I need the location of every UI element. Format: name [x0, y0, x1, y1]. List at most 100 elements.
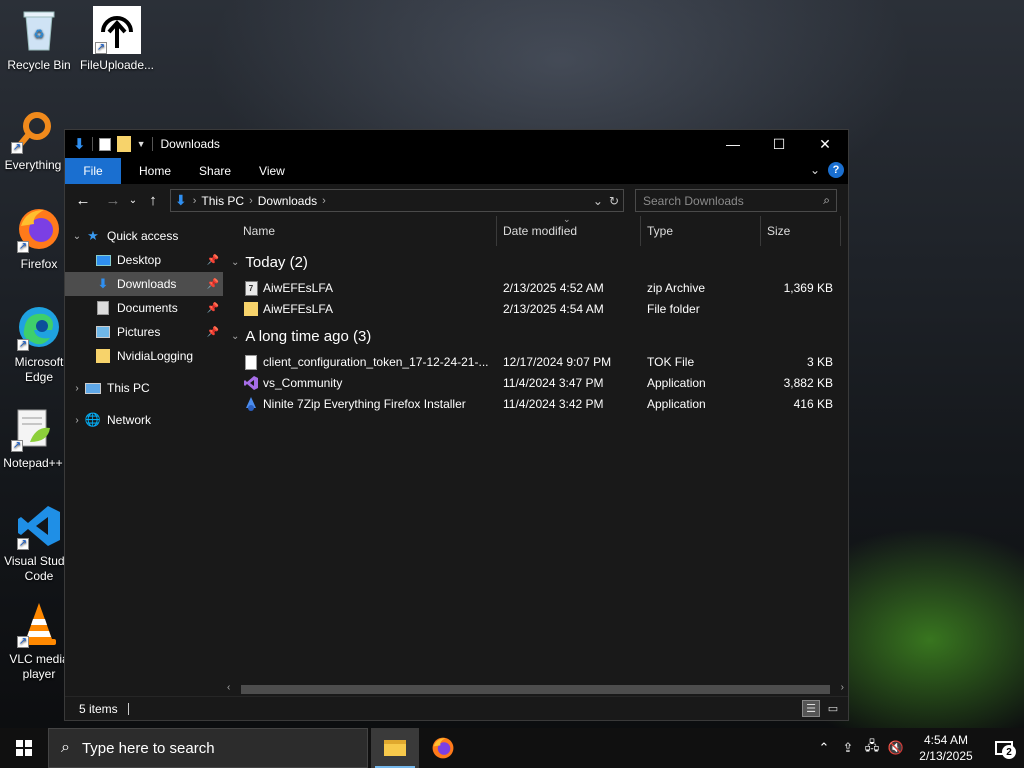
address-dropdown-icon[interactable]: ⌄ [593, 194, 603, 208]
sidebar-item-quick-access[interactable]: ⌄ ★ Quick access [65, 224, 223, 248]
search-box[interactable]: ⌕ [635, 189, 837, 212]
shortcut-arrow-icon [95, 42, 107, 54]
address-bar[interactable]: ⬇ › This PC › Downloads › ⌄ ↻ [170, 189, 624, 212]
minimize-button[interactable]: — [710, 130, 756, 158]
taskbar-firefox[interactable] [419, 728, 467, 768]
chevron-down-icon[interactable]: ▼ [137, 139, 146, 149]
vscode-icon [15, 502, 63, 550]
magnifier-icon [9, 106, 57, 154]
recycle-bin-icon: ♻ [15, 6, 63, 54]
sidebar-item-label: Downloads [117, 277, 177, 291]
file-name: vs_Community [263, 376, 343, 390]
column-header-name[interactable]: Name [237, 216, 497, 246]
column-header-type[interactable]: Type [641, 216, 761, 246]
sidebar-item-this-pc[interactable]: › This PC [65, 376, 223, 400]
tab-home[interactable]: Home [125, 158, 185, 184]
breadcrumb-this-pc[interactable]: This PC [196, 194, 249, 208]
search-input[interactable] [643, 193, 813, 208]
group-header-today[interactable]: ⌄ Today (2) [231, 254, 308, 271]
blank-file-icon [243, 354, 259, 370]
title-bar[interactable]: ⬇ ▼ Downloads — ☐ ✕ [65, 130, 848, 158]
desktop-icon-notepadpp[interactable]: Notepad++ [1, 404, 65, 471]
column-header-size[interactable]: Size [761, 216, 841, 246]
download-arrow-icon: ⬇ [175, 192, 187, 208]
close-button[interactable]: ✕ [802, 130, 848, 158]
action-center-button[interactable]: 2 [984, 728, 1024, 768]
file-list: Name Date modified Type Size ⌄ ⌄ Today (… [223, 214, 848, 696]
chevron-right-icon[interactable]: › [69, 415, 85, 426]
shortcut-arrow-icon [17, 339, 29, 351]
scroll-left-icon[interactable]: ‹ [227, 682, 230, 693]
start-button[interactable] [0, 728, 48, 768]
file-row[interactable]: AiwEFEsLFA 2/13/2025 4:54 AM File folder [239, 299, 837, 320]
taskbar: ⌕ Type here to search ⌃ ⇪ 🖧 🔇 4:54 AM 2/… [0, 728, 1024, 768]
sidebar-item-label: Desktop [117, 253, 162, 267]
pin-icon[interactable]: 📌 [207, 255, 219, 266]
group-header-long-time-ago[interactable]: ⌄ A long time ago (3) [231, 328, 371, 345]
chevron-right-icon[interactable]: › [69, 383, 85, 394]
file-row[interactable]: vs_Community 11/4/2024 3:47 PM Applicati… [239, 373, 837, 394]
back-button[interactable]: ← [71, 188, 95, 212]
pin-icon[interactable]: 📌 [207, 303, 219, 314]
forward-button[interactable]: → [101, 188, 125, 212]
sidebar-item-pictures[interactable]: Pictures 📌 [65, 320, 223, 344]
status-bar: 5 items ☰ ▭ [65, 696, 848, 720]
upload-arrow-icon [93, 6, 141, 54]
expand-ribbon-chevron-icon[interactable]: ⌄ [810, 163, 820, 177]
properties-icon[interactable] [98, 137, 111, 151]
navigation-pane: ⌄ ★ Quick access Desktop 📌 ⬇ Downloads 📌… [65, 216, 223, 696]
taskbar-file-explorer[interactable] [371, 728, 419, 768]
chevron-down-icon[interactable]: ⌄ [231, 331, 239, 342]
sidebar-item-label: Pictures [117, 325, 161, 339]
file-row[interactable]: client_configuration_token_17-12-24-21-.… [239, 352, 837, 373]
system-tray: ⌃ ⇪ 🖧 🔇 4:54 AM 2/13/2025 2 [812, 728, 1024, 768]
up-button[interactable]: ↑ [141, 188, 165, 212]
pin-icon[interactable]: 📌 [207, 279, 219, 290]
tab-file[interactable]: File [65, 158, 121, 184]
download-arrow-icon: ⬇ [73, 136, 86, 153]
refresh-icon[interactable]: ↻ [609, 194, 619, 208]
group-label: Today (2) [245, 254, 308, 271]
network-icon[interactable]: 🖧 [860, 728, 884, 768]
horizontal-scrollbar[interactable]: ‹ › [223, 682, 848, 696]
breadcrumb-downloads[interactable]: Downloads [253, 194, 322, 208]
recent-locations-chevron-icon[interactable]: ⌄ [125, 188, 141, 212]
sidebar-item-downloads[interactable]: ⬇ Downloads 📌 [65, 272, 223, 296]
tab-share[interactable]: Share [185, 158, 245, 184]
upload-tray-icon[interactable]: ⇪ [836, 728, 860, 768]
desktop-icon-recycle-bin[interactable]: ♻ Recycle Bin [1, 6, 77, 73]
file-row[interactable]: 7 AiwEFEsLFA 2/13/2025 4:52 AM zip Archi… [239, 278, 837, 299]
desktop-icon-fileuploader[interactable]: FileUploade... [79, 6, 155, 73]
pin-icon[interactable]: 📌 [207, 327, 219, 338]
new-folder-icon[interactable] [116, 136, 131, 152]
sidebar-item-documents[interactable]: Documents 📌 [65, 296, 223, 320]
details-view-icon[interactable]: ☰ [802, 700, 820, 717]
document-icon [95, 300, 111, 316]
volume-muted-icon[interactable]: 🔇 [884, 728, 908, 768]
quick-access-toolbar: ⬇ ▼ [65, 130, 153, 158]
file-row[interactable]: Ninite 7Zip Everything Firefox Installer… [239, 394, 837, 415]
clock-time: 4:54 AM [923, 733, 969, 747]
file-size: 416 KB [793, 397, 833, 411]
scroll-right-icon[interactable]: › [841, 682, 844, 693]
desktop-icon-everything[interactable]: Everything [1, 106, 65, 173]
maximize-button[interactable]: ☐ [756, 130, 802, 158]
file-date: 11/4/2024 3:47 PM [503, 376, 604, 390]
sidebar-item-network[interactable]: › 🌐 Network [65, 408, 223, 432]
tab-view[interactable]: View [245, 158, 299, 184]
file-name: Ninite 7Zip Everything Firefox Installer [263, 397, 466, 411]
help-icon[interactable]: ? [828, 162, 844, 178]
clock[interactable]: 4:54 AM 2/13/2025 [908, 732, 984, 764]
file-name: client_configuration_token_17-12-24-21-.… [263, 355, 489, 369]
sidebar-item-nvidialogging[interactable]: NvidiaLogging [65, 344, 223, 368]
large-icons-view-icon[interactable]: ▭ [824, 700, 842, 717]
show-hidden-icons-chevron-icon[interactable]: ⌃ [812, 728, 836, 768]
chevron-down-icon[interactable]: ⌄ [231, 257, 239, 268]
scrollbar-thumb[interactable] [241, 685, 830, 694]
sidebar-item-desktop[interactable]: Desktop 📌 [65, 248, 223, 272]
file-type: TOK File [647, 355, 695, 369]
taskbar-search[interactable]: ⌕ Type here to search [48, 728, 368, 768]
shortcut-arrow-icon [17, 538, 29, 550]
desktop-icon [95, 252, 111, 268]
chevron-down-icon[interactable]: ⌄ [69, 231, 85, 242]
